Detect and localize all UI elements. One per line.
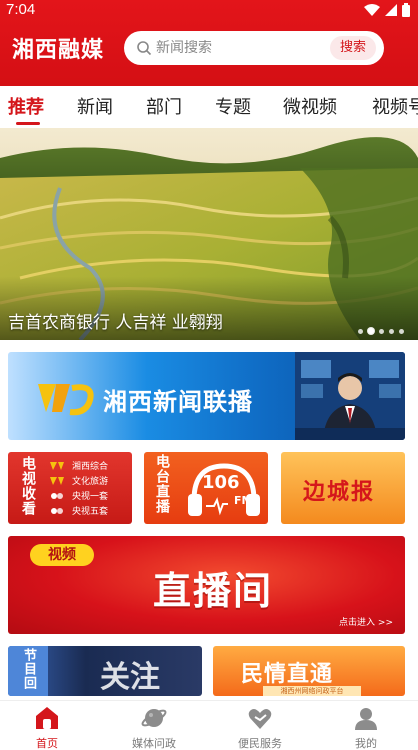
home-icon <box>36 707 58 729</box>
tab-recommend[interactable]: 推荐 <box>8 93 44 119</box>
cctv-icon <box>51 507 63 514</box>
minqing-subtitle: 湘西州网络问政平台 <box>263 686 361 696</box>
video-badge: 视频 <box>30 544 94 566</box>
tv-channel-list: 湘西综合 文化旅游 央视一套 央视五套 <box>50 458 130 518</box>
news-broadcast-title: 湘西新闻联播 <box>103 388 253 416</box>
carousel-dot[interactable] <box>389 328 394 334</box>
bottom-navigation: 首页 媒体问政 便民服务 我的 <box>0 700 418 750</box>
nav-home-label: 首页 <box>36 737 58 750</box>
program-replay-card[interactable]: 节目回 关注 <box>8 646 202 696</box>
signal-icon <box>385 4 397 16</box>
nav-services-label: 便民服务 <box>238 737 282 750</box>
program-replay-label-bg: 节目回 <box>8 646 48 696</box>
search-button[interactable]: 搜索 <box>329 36 376 60</box>
radio-live-card[interactable]: 电台直播 106 FM <box>144 452 268 524</box>
channel-row: 文化旅游 <box>50 473 130 488</box>
nav-media-inquiry-label: 媒体问政 <box>132 737 176 750</box>
status-time: 7:04 <box>6 1 36 18</box>
minqing-direct-card[interactable]: 民情直通 湘西州网络问政平台 <box>213 646 405 696</box>
search-bar[interactable]: 搜索 <box>124 31 384 65</box>
channel-name: 文化旅游 <box>72 477 109 487</box>
tab-topics[interactable]: 专题 <box>215 93 251 119</box>
app-header: 7:04 湘西融媒 搜索 <box>0 0 418 86</box>
tab-departments[interactable]: 部门 <box>146 93 182 119</box>
battery-icon <box>402 3 410 17</box>
banner-carousel[interactable]: 吉首农商银行 人吉祥 业翱翔 <box>0 128 418 340</box>
minqing-title: 民情直通 <box>241 662 334 687</box>
carousel-dot[interactable] <box>358 328 363 334</box>
nav-home[interactable]: 首页 <box>12 701 82 750</box>
program-replay-label: 节目回 <box>21 648 36 690</box>
nav-profile[interactable]: 我的 <box>331 701 401 750</box>
user-icon <box>355 708 377 730</box>
planet-icon <box>141 709 167 727</box>
carousel-dots <box>358 328 404 334</box>
live-studio-card[interactable]: 视频 直播间 点击进入 >> <box>8 536 405 634</box>
search-input[interactable] <box>156 40 316 56</box>
biancheng-newspaper-card[interactable]: 边城报 <box>281 452 405 524</box>
radio-unit: FM <box>234 494 253 507</box>
heart-hands-icon <box>248 709 272 729</box>
news-anchor-image <box>295 352 405 440</box>
category-tabs: 推荐 新闻 部门 专题 微视频 视频号 <box>0 86 418 126</box>
tv-watch-card[interactable]: 电视收看 湘西综合 文化旅游 央视一套 央视五套 <box>8 452 132 524</box>
app-logo: 湘西融媒 <box>12 37 105 63</box>
tab-micro-video[interactable]: 微视频 <box>283 93 337 119</box>
tv-watch-label: 电视收看 <box>20 456 36 516</box>
xiangxi-channel-icon <box>50 461 64 470</box>
search-icon <box>137 41 152 56</box>
xiangxi-tv-logo-icon <box>38 384 94 416</box>
channel-name: 湘西综合 <box>72 462 109 472</box>
biancheng-title: 边城报 <box>303 479 376 505</box>
status-bar: 7:04 <box>0 0 418 22</box>
carousel-dot[interactable] <box>399 328 404 334</box>
app-screen: 7:04 湘西融媒 搜索 推荐 新闻 部门 专题 微视频 视频号 <box>0 0 418 750</box>
banner-caption: 吉首农商银行 人吉祥 业翱翔 <box>8 313 223 333</box>
culture-channel-icon <box>50 476 64 485</box>
program-calligraphy: 关注 <box>100 660 160 695</box>
nav-services[interactable]: 便民服务 <box>225 701 295 750</box>
tab-video-channel[interactable]: 视频号 <box>372 93 418 119</box>
cctv-icon <box>51 492 63 499</box>
radio-live-label: 电台直播 <box>154 454 170 514</box>
live-studio-title: 直播间 <box>153 568 274 613</box>
channel-name: 央视五套 <box>72 507 109 517</box>
carousel-dot-active[interactable] <box>368 328 374 334</box>
channel-row: 湘西综合 <box>50 458 130 473</box>
carousel-dot[interactable] <box>379 328 384 334</box>
channel-row: 央视一套 <box>50 488 130 503</box>
status-icons <box>364 3 410 17</box>
radio-frequency: 106 <box>202 472 240 493</box>
news-broadcast-card[interactable]: 湘西新闻联播 <box>8 352 405 440</box>
active-tab-indicator <box>16 122 40 125</box>
channel-name: 央视一套 <box>72 492 109 502</box>
wifi-icon <box>364 4 380 16</box>
channel-row: 央视五套 <box>50 503 130 518</box>
nav-profile-label: 我的 <box>355 737 377 750</box>
enter-link[interactable]: 点击进入 >> <box>339 615 393 628</box>
tab-news[interactable]: 新闻 <box>77 93 113 119</box>
nav-media-inquiry[interactable]: 媒体问政 <box>119 701 189 750</box>
